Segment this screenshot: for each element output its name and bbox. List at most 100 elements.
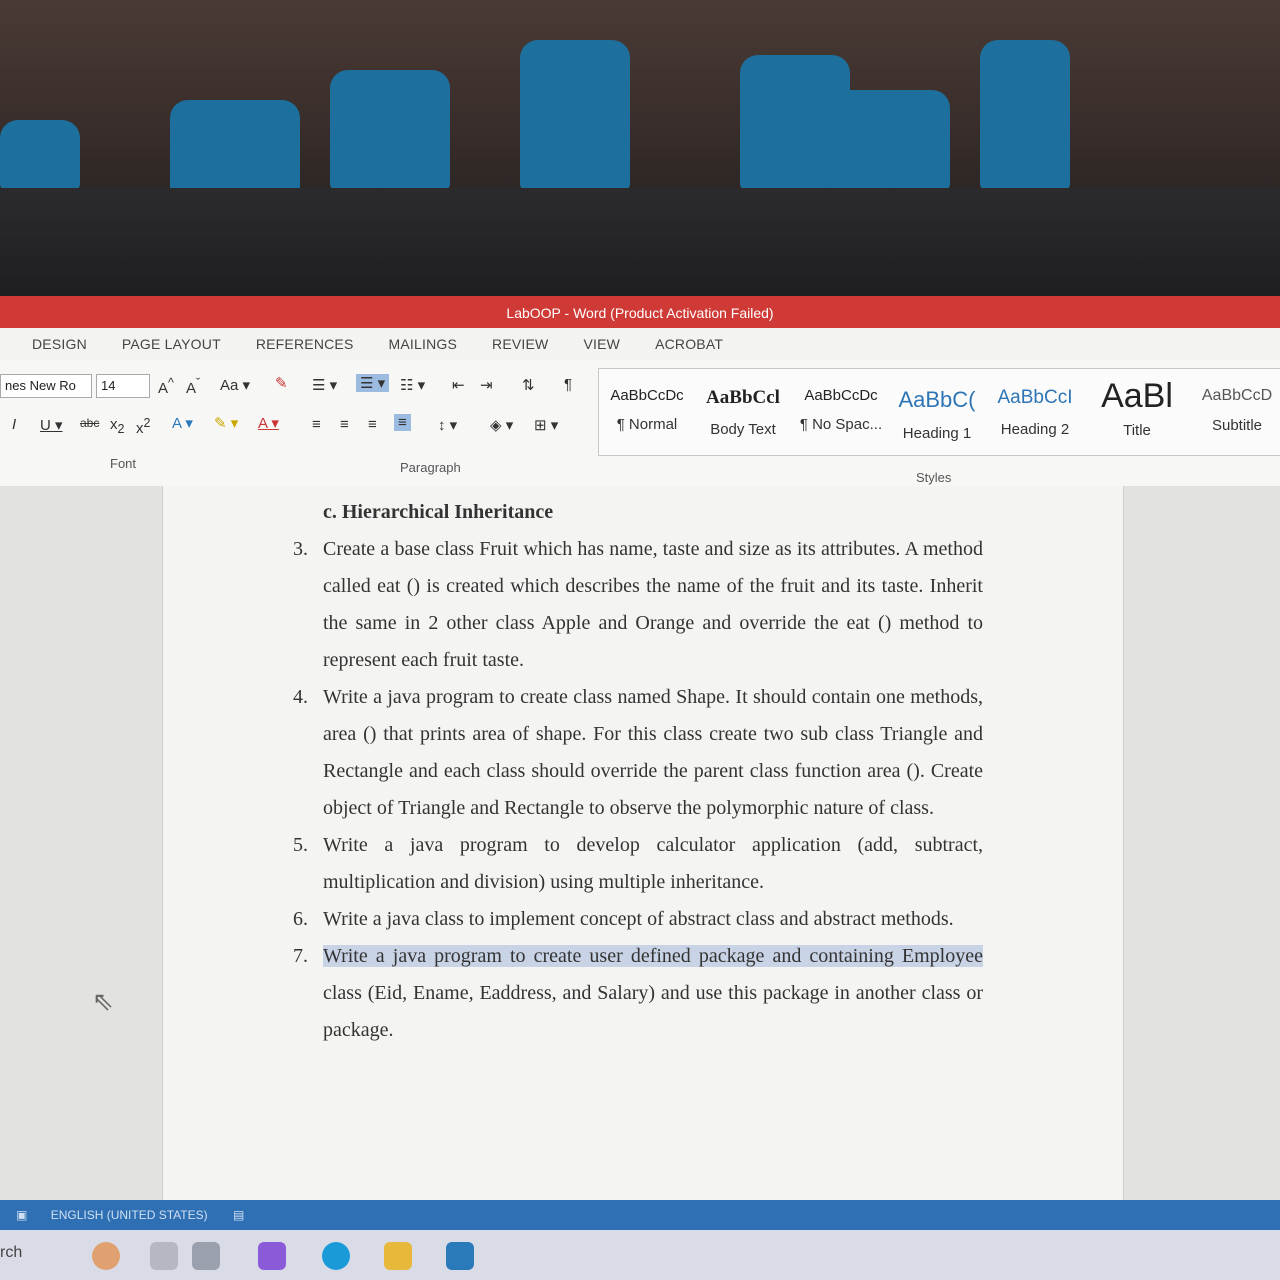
justify-icon[interactable]: ≡ <box>394 414 411 431</box>
screen: LabOOP - Word (Product Activation Failed… <box>0 296 1280 1280</box>
style-label: Heading 1 <box>902 425 972 442</box>
list-text: Write a java program to create class nam… <box>323 686 983 819</box>
status-bar: ▣ ENGLISH (UNITED STATES) ▤ <box>0 1200 1280 1230</box>
clear-format-icon[interactable]: ✎ <box>275 374 288 392</box>
superscript-icon[interactable]: x2 <box>136 416 150 437</box>
document-page[interactable]: c. Hierarchical Inheritance 3. Create a … <box>162 486 1124 1206</box>
language-status[interactable]: ENGLISH (UNITED STATES) <box>51 1208 208 1222</box>
section-heading: c. Hierarchical Inheritance <box>323 501 554 523</box>
list-number: 7. <box>293 945 308 967</box>
shading-icon[interactable]: ◈ ▾ <box>490 416 513 434</box>
copilot-icon[interactable] <box>258 1242 286 1270</box>
style-title[interactable]: AaBl Title <box>1089 377 1185 439</box>
align-left-icon[interactable]: ≡ <box>312 416 321 433</box>
align-center-icon[interactable]: ≡ <box>340 416 349 433</box>
list-number: 3. <box>293 538 308 560</box>
document-body[interactable]: c. Hierarchical Inheritance 3. Create a … <box>293 494 983 1049</box>
selected-text[interactable]: Write a java program to create user defi… <box>323 945 983 967</box>
style-label: Title <box>1123 422 1151 439</box>
tab-mailings[interactable]: MAILINGS <box>389 336 458 352</box>
style-label: Body Text <box>710 421 776 438</box>
shrink-font-icon[interactable]: Aˇ <box>186 376 200 397</box>
mouse-pointer-icon: ⇖ <box>92 986 114 1016</box>
tab-review[interactable]: REVIEW <box>492 336 548 352</box>
borders-icon[interactable]: ⊞ ▾ <box>534 416 558 434</box>
chair-shape <box>330 70 450 190</box>
font-name-box[interactable]: nes New Ro <box>0 374 92 398</box>
align-right-icon[interactable]: ≡ <box>368 416 377 433</box>
style-label: Heading 2 <box>1000 421 1070 438</box>
style-sample: AaBl <box>1101 377 1173 415</box>
italic-icon[interactable]: I <box>12 416 16 433</box>
font-color-icon[interactable]: A ▾ <box>258 414 279 432</box>
font-size-box[interactable]: 14 <box>96 374 150 398</box>
bullets-icon[interactable]: ☰ ▾ <box>312 376 337 394</box>
highlight-color-icon[interactable]: ✎ ▾ <box>214 414 238 432</box>
tab-view[interactable]: VIEW <box>583 336 620 352</box>
paragraph-group-label: Paragraph <box>400 460 461 475</box>
window-title: LabOOP - Word (Product Activation Failed… <box>0 296 1280 328</box>
style-body-text[interactable]: AaBbCcl Body Text <box>695 387 791 438</box>
font-group-label: Font <box>110 456 137 471</box>
style-no-spacing[interactable]: AaBbCcDc ¶ No Spac... <box>793 387 889 433</box>
taskbar: rch <box>0 1230 1280 1280</box>
list-number: 6. <box>293 908 308 930</box>
app-icon[interactable] <box>92 1242 120 1270</box>
tab-acrobat[interactable]: ACROBAT <box>655 336 723 352</box>
chair-shape <box>520 40 630 190</box>
styles-group-label: Styles <box>916 470 952 485</box>
list-item: 4. Write a java program to create class … <box>293 679 983 827</box>
list-text-wrapper: Write a java program to create user defi… <box>323 938 983 1049</box>
show-marks-icon[interactable]: ¶ <box>564 376 572 393</box>
chair-shape <box>170 100 300 195</box>
style-sample: AaBbCcDc <box>804 387 878 404</box>
ribbon-tabs: DESIGN PAGE LAYOUT REFERENCES MAILINGS R… <box>0 328 1280 360</box>
list-number: 5. <box>293 834 308 856</box>
list-text: Write a java class to implement concept … <box>323 908 954 930</box>
list-item: 7. Write a java program to create user d… <box>293 938 983 1049</box>
style-heading-1[interactable]: AaBbC( Heading 1 <box>889 387 985 442</box>
list-text: Create a base class Fruit which has name… <box>323 538 983 671</box>
multilevel-list-icon[interactable]: ☷ ▾ <box>400 376 425 394</box>
chair-shape <box>980 40 1070 190</box>
style-sample: AaBbCcI <box>997 387 1073 408</box>
laptop-bezel <box>0 188 1280 448</box>
chair-shape <box>830 90 950 190</box>
underline-icon[interactable]: U ▾ <box>40 416 63 434</box>
style-heading-2[interactable]: AaBbCcI Heading 2 <box>987 387 1083 438</box>
list-item: 6. Write a java class to implement conce… <box>293 901 983 938</box>
subscript-icon[interactable]: x2 <box>110 416 124 436</box>
search-box[interactable]: rch <box>0 1244 22 1262</box>
task-view-icon[interactable] <box>192 1242 220 1270</box>
styles-gallery: AaBbCcDc ¶ Normal AaBbCcl Body Text AaBb… <box>598 368 1280 456</box>
proofing-icon[interactable]: ▣ <box>16 1208 27 1222</box>
decrease-indent-icon[interactable]: ⇤ <box>452 376 465 394</box>
style-sample: AaBbC( <box>898 387 976 412</box>
strikethrough-icon[interactable]: abc <box>80 416 99 430</box>
tab-design[interactable]: DESIGN <box>32 336 87 352</box>
text-effects-icon[interactable]: A ▾ <box>172 414 193 432</box>
style-label: ¶ No Spac... <box>799 416 883 433</box>
list-number: 4. <box>293 686 308 708</box>
app-icon[interactable] <box>150 1242 178 1270</box>
ribbon: nes New Ro 14 A^ Aˇ Aa ▾ ✎ I U ▾ abc x2 … <box>0 360 1280 487</box>
edge-icon[interactable] <box>322 1242 350 1270</box>
document-area: c. Hierarchical Inheritance 3. Create a … <box>0 486 1280 1206</box>
macro-record-icon[interactable]: ▤ <box>233 1208 244 1222</box>
tab-references[interactable]: REFERENCES <box>256 336 354 352</box>
tab-page-layout[interactable]: PAGE LAYOUT <box>122 336 221 352</box>
style-label: Subtitle <box>1211 417 1263 434</box>
sort-icon[interactable]: ⇅ <box>522 376 535 394</box>
list-item: 3. Create a base class Fruit which has n… <box>293 531 983 679</box>
list-item: 5. Write a java program to develop calcu… <box>293 827 983 901</box>
line-spacing-icon[interactable]: ↕ ▾ <box>438 416 457 434</box>
numbering-icon[interactable]: ☰ ▾ <box>356 374 390 392</box>
style-subtitle[interactable]: AaBbCcD Subtitle <box>1189 387 1280 434</box>
increase-indent-icon[interactable]: ⇥ <box>480 376 493 394</box>
store-icon[interactable] <box>446 1242 474 1270</box>
style-normal[interactable]: AaBbCcDc ¶ Normal <box>599 387 695 433</box>
grow-font-icon[interactable]: A^ <box>158 376 174 397</box>
file-explorer-icon[interactable] <box>384 1242 412 1270</box>
style-label: ¶ Normal <box>616 416 678 433</box>
change-case-icon[interactable]: Aa ▾ <box>220 376 250 394</box>
